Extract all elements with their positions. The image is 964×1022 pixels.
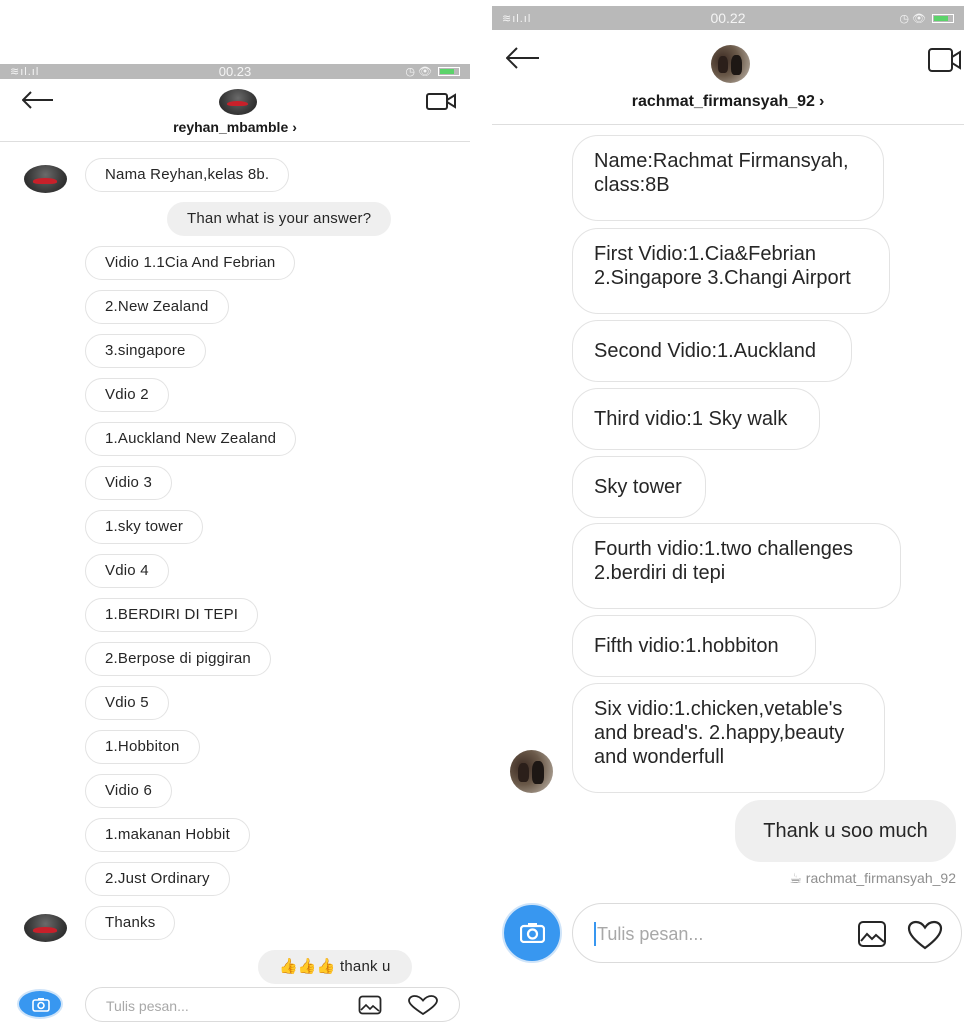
avatar[interactable]	[711, 45, 750, 83]
message-bubble[interactable]: Vidio 1.1Cia And Febrian	[85, 246, 296, 280]
left-chat-screen: ≋ıl.ıl 00.23 ◷ 👁 reyhan_mbamble › Nama Re…	[0, 0, 470, 1022]
message-bubble[interactable]: 1.BERDIRI DI TEPI	[85, 598, 259, 632]
status-bar: ≋ıl.ıl 00.22 ◷ 👁	[492, 6, 964, 30]
message-bubble[interactable]: Thank u soo much	[735, 800, 956, 862]
battery-icon	[932, 13, 954, 23]
message-bubble[interactable]: Sky tower	[572, 456, 706, 518]
message-bubble[interactable]: Fourth vidio:1.two challenges 2.berdiri …	[572, 523, 901, 609]
message-bubble[interactable]: 1.sky tower	[85, 510, 204, 544]
message-bubble[interactable]: 2.New Zealand	[85, 290, 229, 324]
message-bubble[interactable]: Six vidio:1.chicken,vetable's and bread'…	[572, 683, 885, 793]
back-arrow-icon[interactable]	[506, 47, 540, 69]
message-bubble[interactable]: Vdio 2	[85, 378, 169, 412]
chat-username: reyhan_mbamble	[173, 119, 289, 135]
message-bubble[interactable]: Vdio 4	[85, 554, 169, 588]
message-bubble[interactable]: Vdio 5	[85, 686, 169, 720]
message-bubble[interactable]: Thanks	[85, 906, 176, 940]
camera-icon	[520, 923, 545, 943]
message-placeholder: Tulis pesan...	[106, 998, 189, 1014]
chevron-right-icon: ›	[292, 119, 297, 135]
battery-icon	[438, 67, 460, 76]
seen-indicator: ☕ rachmat_firmansyah_92	[789, 870, 956, 886]
chat-username-link[interactable]: reyhan_mbamble ›	[0, 119, 470, 135]
gallery-icon[interactable]	[358, 995, 382, 1015]
chevron-right-icon: ›	[818, 93, 825, 110]
message-bubble[interactable]: Third vidio:1 Sky walk	[572, 388, 820, 450]
message-bubble[interactable]: Than what is your answer?	[167, 202, 392, 236]
message-bubble[interactable]: Name:Rachmat Firmansyah, class:8B	[572, 135, 884, 221]
clock: 00.23	[218, 64, 252, 79]
chat-username-link[interactable]: rachmat_firmansyah_92 ›	[492, 93, 964, 111]
heart-icon[interactable]	[907, 920, 943, 950]
avatar[interactable]	[219, 89, 257, 115]
video-call-icon[interactable]	[426, 91, 457, 111]
message-bubble[interactable]: Second Vidio:1.Auckland	[572, 320, 852, 382]
chat-username: rachmat_firmansyah_92	[631, 93, 815, 110]
right-chat-screen: ≋ıl.ıl 00.22 ◷ 👁 rachmat_firmansyah_92 › …	[492, 0, 964, 1022]
message-input[interactable]: Tulis pesan...	[85, 987, 460, 1022]
message-input[interactable]: Tulis pesan...	[572, 903, 962, 963]
message-bubble[interactable]: 1.Hobbiton	[85, 730, 200, 764]
message-placeholder: Tulis pesan...	[597, 924, 704, 944]
camera-button[interactable]	[502, 903, 562, 963]
message-bubble[interactable]: 1.makanan Hobbit	[85, 818, 250, 852]
camera-icon	[32, 998, 50, 1012]
status-bar: ≋ıl.ıl 00.23 ◷ 👁	[0, 64, 470, 79]
message-bubble[interactable]: 3.singapore	[85, 334, 206, 368]
avatar	[24, 914, 67, 942]
message-bubble[interactable]: 👍👍👍 thank u	[258, 950, 412, 984]
message-bubble[interactable]: Fifth vidio:1.hobbiton	[572, 615, 816, 677]
avatar	[24, 165, 67, 193]
video-call-icon[interactable]	[928, 48, 962, 72]
camera-button[interactable]	[17, 989, 63, 1019]
chat-header: rachmat_firmansyah_92 ›	[492, 30, 964, 125]
avatar	[510, 750, 553, 793]
back-arrow-icon[interactable]	[22, 91, 54, 109]
text-cursor	[594, 922, 596, 946]
clock: 00.22	[710, 10, 746, 26]
message-bubble[interactable]: Vidio 6	[85, 774, 172, 808]
message-bubble[interactable]: Vidio 3	[85, 466, 172, 500]
chat-header: reyhan_mbamble ›	[0, 79, 470, 142]
composer-bar: Tulis pesan...	[492, 890, 964, 970]
message-bubble[interactable]: 2.Just Ordinary	[85, 862, 230, 896]
message-bubble[interactable]: 2.Berpose di piggiran	[85, 642, 271, 676]
message-bubble[interactable]: Nama Reyhan,kelas 8b.	[85, 158, 290, 192]
message-bubble[interactable]: 1.Auckland New Zealand	[85, 422, 297, 456]
composer-bar: Tulis pesan...	[0, 984, 470, 1022]
heart-icon[interactable]	[408, 995, 438, 1015]
gallery-icon[interactable]	[857, 920, 887, 948]
message-bubble[interactable]: First Vidio:1.Cia&Febrian 2.Singapore 3.…	[572, 228, 890, 314]
